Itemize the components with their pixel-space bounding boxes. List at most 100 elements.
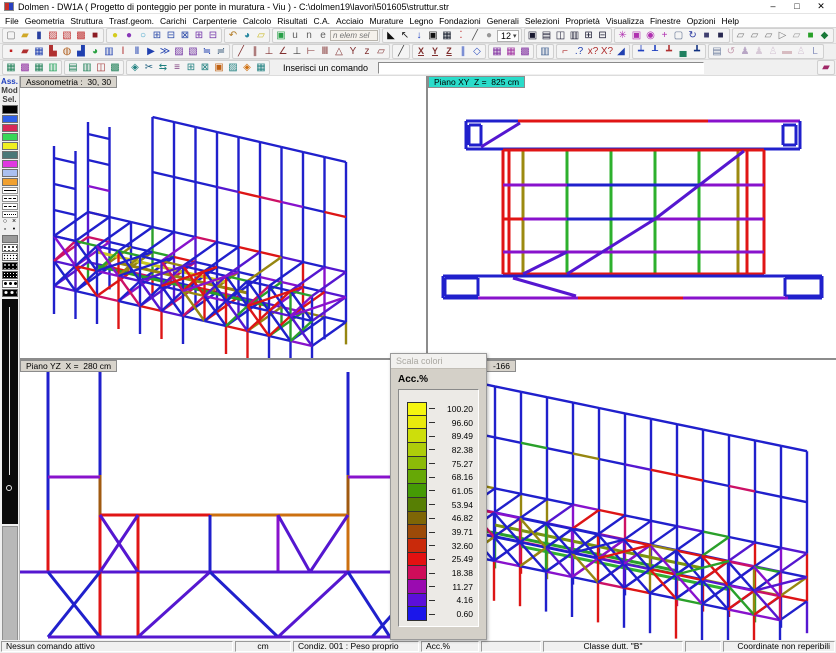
hatch-2-icon[interactable]: ▧ xyxy=(186,45,200,58)
square-marker-icon[interactable]: ▫ xyxy=(4,226,6,234)
rotate-array-icon[interactable]: ▩ xyxy=(108,61,122,74)
color-swatch[interactable] xyxy=(2,169,18,177)
show-local-axes-icon[interactable]: ⊞ xyxy=(192,29,206,42)
gen-frame-icon[interactable]: ▦ xyxy=(32,61,46,74)
menu-item-risultati[interactable]: Risultati xyxy=(274,16,310,26)
model-canvas[interactable] xyxy=(428,360,836,641)
save-icon[interactable]: ▮ xyxy=(32,29,46,42)
break-icon[interactable]: ⊠ xyxy=(198,61,212,74)
ca-tool-6-icon[interactable]: ▬ xyxy=(780,45,794,58)
info-entity-icon[interactable]: ⌐ xyxy=(558,45,572,58)
fill-pattern-button[interactable] xyxy=(2,271,18,279)
merge-model-icon[interactable]: ▩ xyxy=(74,29,88,42)
parallel-lock-icon[interactable]: ∥ xyxy=(456,45,470,58)
box-select-icon[interactable]: ▦ xyxy=(440,29,454,42)
model-canvas[interactable] xyxy=(428,76,836,358)
gen-tower-icon[interactable]: ▥ xyxy=(46,61,60,74)
query-beam-icon[interactable]: x? xyxy=(586,45,600,58)
selection-mode-icon[interactable]: ▣ xyxy=(274,29,288,42)
i-beam-1-icon[interactable]: Ⅰ xyxy=(116,45,130,58)
axono-view-3-icon[interactable]: ▱ xyxy=(762,29,776,42)
undo-icon[interactable]: ↶ xyxy=(226,29,240,42)
ca-tool-7-icon[interactable]: ♙ xyxy=(794,45,808,58)
menu-item-finestre[interactable]: Finestre xyxy=(647,16,684,26)
add-load-icon[interactable]: ◕ xyxy=(88,45,102,58)
line-style-button[interactable] xyxy=(2,195,18,202)
intersect-selection-icon[interactable]: n xyxy=(302,29,316,42)
z-lock-icon[interactable]: Z xyxy=(442,45,456,58)
ca-tool-3-icon[interactable]: ♟ xyxy=(738,45,752,58)
color-swatch[interactable] xyxy=(2,151,18,159)
z-ref-icon[interactable]: z xyxy=(360,45,374,58)
circle-marker-icon[interactable]: ○ xyxy=(3,218,7,226)
command-input[interactable] xyxy=(378,62,704,74)
color-swatch[interactable] xyxy=(2,160,18,168)
render-wire-icon[interactable]: ○ xyxy=(136,29,150,42)
color-swatch[interactable] xyxy=(2,133,18,141)
free-line-icon[interactable]: ╱ xyxy=(394,45,408,58)
shade-on-icon[interactable]: ■ xyxy=(804,29,818,42)
fill-pattern-button[interactable] xyxy=(2,262,18,270)
zoom-previous-icon[interactable]: ▢ xyxy=(672,29,686,42)
copy-array-icon[interactable]: ▤ xyxy=(66,61,80,74)
add-truss-icon[interactable]: ▦ xyxy=(32,45,46,58)
exclude-selection-icon[interactable]: e xyxy=(316,29,330,42)
union-selection-icon[interactable]: u xyxy=(288,29,302,42)
fence-select-icon[interactable]: ▣ xyxy=(426,29,440,42)
menu-item-murature[interactable]: Murature xyxy=(366,16,406,26)
parallel-icon[interactable]: ∥ xyxy=(248,45,262,58)
ca-tool-2-icon[interactable]: ↺ xyxy=(724,45,738,58)
triple-line-icon[interactable]: Ⅲ xyxy=(318,45,332,58)
select-filter-icon[interactable]: ◣ xyxy=(384,29,398,42)
close-button[interactable]: ✕ xyxy=(810,0,832,13)
line-style-button[interactable] xyxy=(2,187,18,194)
y-lock-icon[interactable]: Y xyxy=(428,45,442,58)
renumber-icon[interactable]: ▦ xyxy=(254,61,268,74)
join-icon[interactable]: ⊞ xyxy=(184,61,198,74)
midpoint-icon[interactable]: ⊥ xyxy=(290,45,304,58)
minimize-button[interactable]: – xyxy=(762,0,784,13)
ca-tool-4-icon[interactable]: ♟ xyxy=(752,45,766,58)
gen-mesh-icon[interactable]: ▦ xyxy=(4,61,18,74)
export-model-icon[interactable]: ▧ xyxy=(60,29,74,42)
menu-item-acciaio[interactable]: Acciaio xyxy=(333,16,366,26)
show-plate-numbers-icon[interactable]: ⊠ xyxy=(178,29,192,42)
add-node-icon[interactable]: ▪ xyxy=(4,45,18,58)
rhombus-snap-icon[interactable]: ◇ xyxy=(470,45,484,58)
query-plate-icon[interactable]: X? xyxy=(600,45,614,58)
angle-icon[interactable]: ∠ xyxy=(276,45,290,58)
new-file-icon[interactable]: ▢ xyxy=(4,29,18,42)
model-canvas[interactable] xyxy=(20,76,426,358)
menu-item-fondazioni[interactable]: Fondazioni xyxy=(436,16,484,26)
element-selection-input[interactable] xyxy=(330,30,378,41)
offset-2-icon[interactable]: ≫ xyxy=(158,45,172,58)
open-folder-icon[interactable]: ▰ xyxy=(18,29,32,42)
shade-quality-icon[interactable]: ◆ xyxy=(818,29,832,42)
menu-item-ca[interactable]: C.A. xyxy=(311,16,334,26)
viewport-label-tr[interactable]: Piano XY Z = 825 cm xyxy=(428,76,525,88)
cross-marker-icon[interactable]: × xyxy=(12,218,16,226)
extend-icon[interactable]: ⇆ xyxy=(156,61,170,74)
zoom-slider[interactable] xyxy=(2,299,18,524)
x-lock-icon[interactable]: X xyxy=(414,45,428,58)
view-side-icon[interactable]: ■ xyxy=(714,29,728,42)
menu-item-calcolo[interactable]: Calcolo xyxy=(240,16,274,26)
menu-item-trasfgeom[interactable]: Trasf.geom. xyxy=(106,16,157,26)
menu-item-generali[interactable]: Generali xyxy=(484,16,522,26)
line-style-button[interactable] xyxy=(2,211,18,218)
color-swatch[interactable] xyxy=(2,142,18,150)
menu-item-opzioni[interactable]: Opzioni xyxy=(684,16,719,26)
pick-down-icon[interactable]: ↓ xyxy=(412,29,426,42)
show-beam-numbers-icon[interactable]: ⊟ xyxy=(164,29,178,42)
sidebar-label-ass[interactable]: Ass. xyxy=(1,77,18,86)
menu-item-selezioni[interactable]: Selezioni xyxy=(522,16,563,26)
menu-item-help[interactable]: Help xyxy=(719,16,742,26)
rotate-view-icon[interactable]: ↻ xyxy=(686,29,700,42)
add-plate-icon[interactable]: ▙ xyxy=(46,45,60,58)
draw-line-icon[interactable]: ╱ xyxy=(234,45,248,58)
block-icon[interactable]: ■ xyxy=(88,29,102,42)
zoom-extents-icon[interactable]: ✳ xyxy=(616,29,630,42)
fill-pattern-button[interactable] xyxy=(2,244,18,252)
level-2-icon[interactable]: ≓ xyxy=(214,45,228,58)
render-solid-icon[interactable]: ● xyxy=(108,29,122,42)
